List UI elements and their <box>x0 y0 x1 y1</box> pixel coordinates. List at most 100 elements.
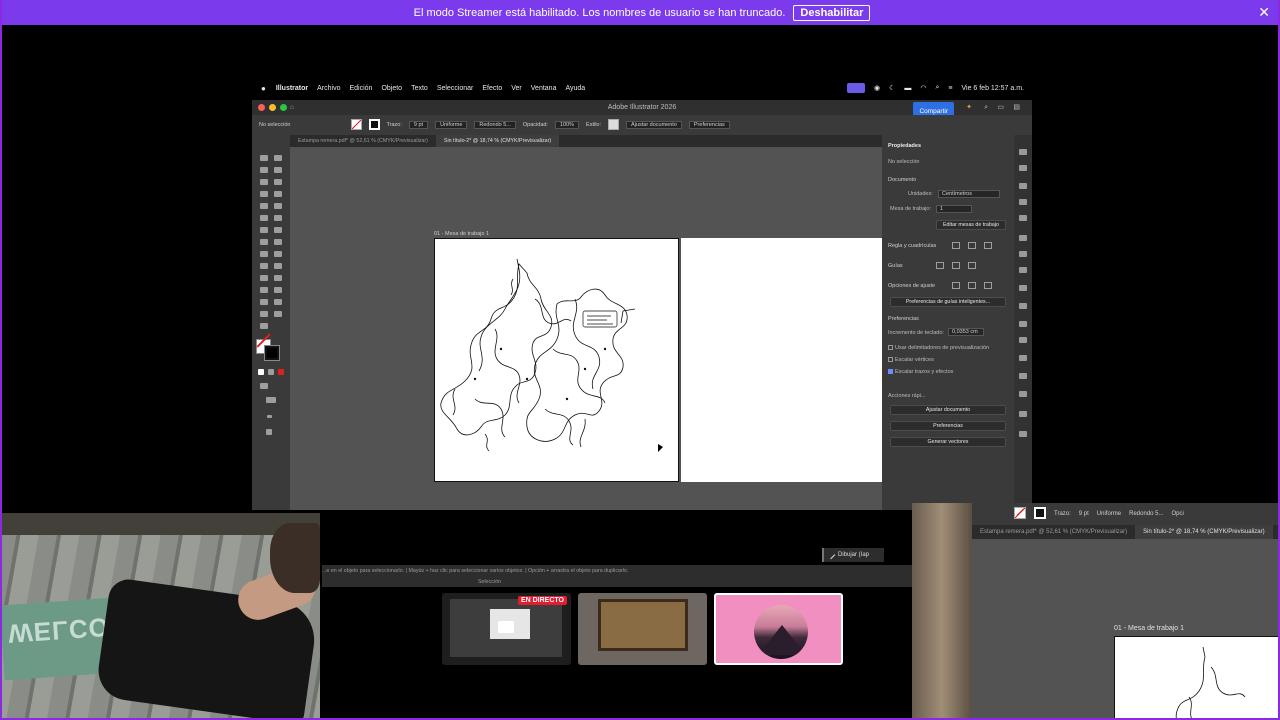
magic-wand-icon[interactable] <box>260 167 268 173</box>
tab-estampa-remera[interactable]: Estampa remera.pdf* @ 52,61 % (CMYK/Prev… <box>290 135 436 147</box>
more-tools-icon[interactable] <box>267 415 272 418</box>
pen-tool-icon[interactable] <box>260 179 268 185</box>
menu-edicion[interactable]: Edición <box>349 85 372 92</box>
clock[interactable]: Vie 6 feb 12:57 a.m. <box>961 85 1024 92</box>
checkbox-icon[interactable] <box>888 345 893 351</box>
style-swatch[interactable] <box>608 118 620 132</box>
preferences-quick-button[interactable]: Preferencias <box>890 421 1006 431</box>
fill-stroke-widget[interactable] <box>256 339 280 361</box>
close-icon[interactable]: ✕ <box>1258 4 1270 21</box>
artboard-label[interactable]: 01 - Mesa de trabajo 1 <box>434 231 489 237</box>
swatches-panel-icon[interactable] <box>1019 215 1027 221</box>
zoom-tool-icon[interactable] <box>274 311 282 317</box>
search-icon[interactable]: ⌕ <box>984 100 988 115</box>
shape-builder-icon[interactable] <box>260 251 268 257</box>
close-window-icon[interactable] <box>258 104 265 111</box>
symbol-sprayer-icon[interactable] <box>260 287 268 293</box>
menu-archivo[interactable]: Archivo <box>317 85 340 92</box>
menu-seleccionar[interactable]: Seleccionar <box>437 85 474 92</box>
gradient-mode-icon[interactable] <box>268 369 274 375</box>
wifi-icon[interactable]: ◠ <box>920 84 926 92</box>
align-panel-icon[interactable] <box>1019 337 1027 343</box>
properties-panel-icon[interactable] <box>1019 149 1027 155</box>
menu-ayuda[interactable]: Ayuda <box>565 85 585 92</box>
artboard-1[interactable] <box>434 238 679 482</box>
adjust-document-quick-button[interactable]: Ajustar documento <box>890 405 1006 415</box>
guides-icon[interactable] <box>936 262 944 269</box>
canvas-area[interactable]: 01 - Mesa de trabajo 1 <box>290 147 882 510</box>
smart-guides-prefs-button[interactable]: Preferencias de guías inteligentes... <box>890 297 1006 307</box>
shaper-tool-icon[interactable] <box>260 215 268 221</box>
menu-illustrator[interactable]: Illustrator <box>276 85 308 92</box>
libraries-panel-icon[interactable] <box>1019 183 1027 189</box>
color-panel-icon[interactable] <box>1019 199 1027 205</box>
snap-glyph-icon[interactable] <box>984 282 992 289</box>
curvature-tool-icon[interactable] <box>274 179 282 185</box>
mesh-tool-icon[interactable] <box>260 263 268 269</box>
eyedropper-icon[interactable] <box>260 275 268 281</box>
variable-width-profile[interactable]: Uniforme <box>435 121 468 129</box>
grid-icon[interactable] <box>968 242 976 249</box>
pencil-tool-icon[interactable] <box>274 215 282 221</box>
slice-tool-icon[interactable] <box>274 299 282 305</box>
scene-thumbnail-screen[interactable]: EN DIRECTO <box>442 593 571 665</box>
lightbulb-icon[interactable]: ✦ <box>966 100 972 115</box>
fill-swatch[interactable] <box>350 118 362 132</box>
zoom-window-icon[interactable] <box>280 104 287 111</box>
ruler-icon[interactable] <box>952 242 960 249</box>
edit-artboards-button[interactable]: Editar mesas de trabajo <box>936 220 1006 230</box>
screen-share-icon[interactable] <box>846 83 865 93</box>
disable-streamer-button[interactable]: Deshabilitar <box>793 4 871 21</box>
home-icon[interactable]: ⌂ <box>290 100 294 115</box>
hand-tool-icon[interactable] <box>260 311 268 317</box>
links-panel-icon[interactable] <box>1019 431 1027 437</box>
artwork-drawing[interactable] <box>435 239 680 483</box>
units-select[interactable]: Centímetros <box>938 190 1000 198</box>
stroke-panel-icon[interactable] <box>1019 267 1027 273</box>
warp-tool-icon[interactable] <box>260 239 268 245</box>
preview-bounds-checkbox[interactable]: Usar delimitadores de previsualización <box>888 345 989 351</box>
checkbox-icon[interactable] <box>888 357 893 363</box>
blend-tool-icon[interactable] <box>274 275 282 281</box>
menu-texto[interactable]: Texto <box>411 85 428 92</box>
menu-ventana[interactable]: Ventana <box>531 85 557 92</box>
layers-panel-icon[interactable] <box>1019 165 1027 171</box>
brushes-panel-icon[interactable] <box>1019 235 1027 241</box>
menu-ver[interactable]: Ver <box>511 85 522 92</box>
eraser-tool-icon[interactable] <box>260 323 268 329</box>
edit-toolbar-icon[interactable] <box>266 429 272 435</box>
rotate-tool-icon[interactable] <box>260 227 268 233</box>
none-mode-icon[interactable] <box>278 369 284 375</box>
scale-tool-icon[interactable] <box>274 227 282 233</box>
focus-moon-icon[interactable]: ☾ <box>889 84 895 92</box>
menu-objeto[interactable]: Objeto <box>381 85 402 92</box>
brush-definition[interactable]: Redondo 5... <box>474 121 516 129</box>
rectangle-tool-icon[interactable] <box>260 203 268 209</box>
scene-thumbnail-logo[interactable] <box>714 593 843 665</box>
appearance-panel-icon[interactable] <box>1019 321 1027 327</box>
transform-panel-icon[interactable] <box>1019 373 1027 379</box>
gradient-tool-icon[interactable] <box>274 263 282 269</box>
draw-mode-icon[interactable] <box>260 383 268 389</box>
pixel-grid-icon[interactable] <box>984 242 992 249</box>
opacity-field[interactable]: 100% <box>554 121 580 129</box>
symbols-panel-icon[interactable] <box>1019 251 1027 257</box>
snap-point-icon[interactable] <box>952 282 960 289</box>
stroke-black-swatch[interactable] <box>264 345 280 361</box>
type-tool-icon[interactable] <box>260 191 268 197</box>
search-icon[interactable]: ⌕ <box>935 84 939 92</box>
character-panel-icon[interactable] <box>1019 391 1027 397</box>
tab-sin-titulo-2[interactable]: Sin título-2* @ 18,74 % (CMYK/Previsuali… <box>435 135 560 147</box>
paragraph-panel-icon[interactable] <box>1019 411 1027 417</box>
gradient-panel-icon[interactable] <box>1019 285 1027 291</box>
paintbrush-tool-icon[interactable] <box>274 203 282 209</box>
selection-tool-icon[interactable] <box>260 155 268 161</box>
status-mode[interactable]: Selección <box>478 579 501 585</box>
generate-vectors-button[interactable]: Generar vectores <box>890 437 1006 447</box>
scale-strokes-checkbox[interactable]: Escalar trazos y efectos <box>888 369 953 375</box>
apple-icon[interactable]: ● <box>261 84 266 93</box>
checkbox-checked-icon[interactable] <box>888 369 893 375</box>
artboard-select[interactable]: 1 <box>936 205 972 213</box>
graph-tool-icon[interactable] <box>274 287 282 293</box>
snap-pixel-icon[interactable] <box>968 282 976 289</box>
